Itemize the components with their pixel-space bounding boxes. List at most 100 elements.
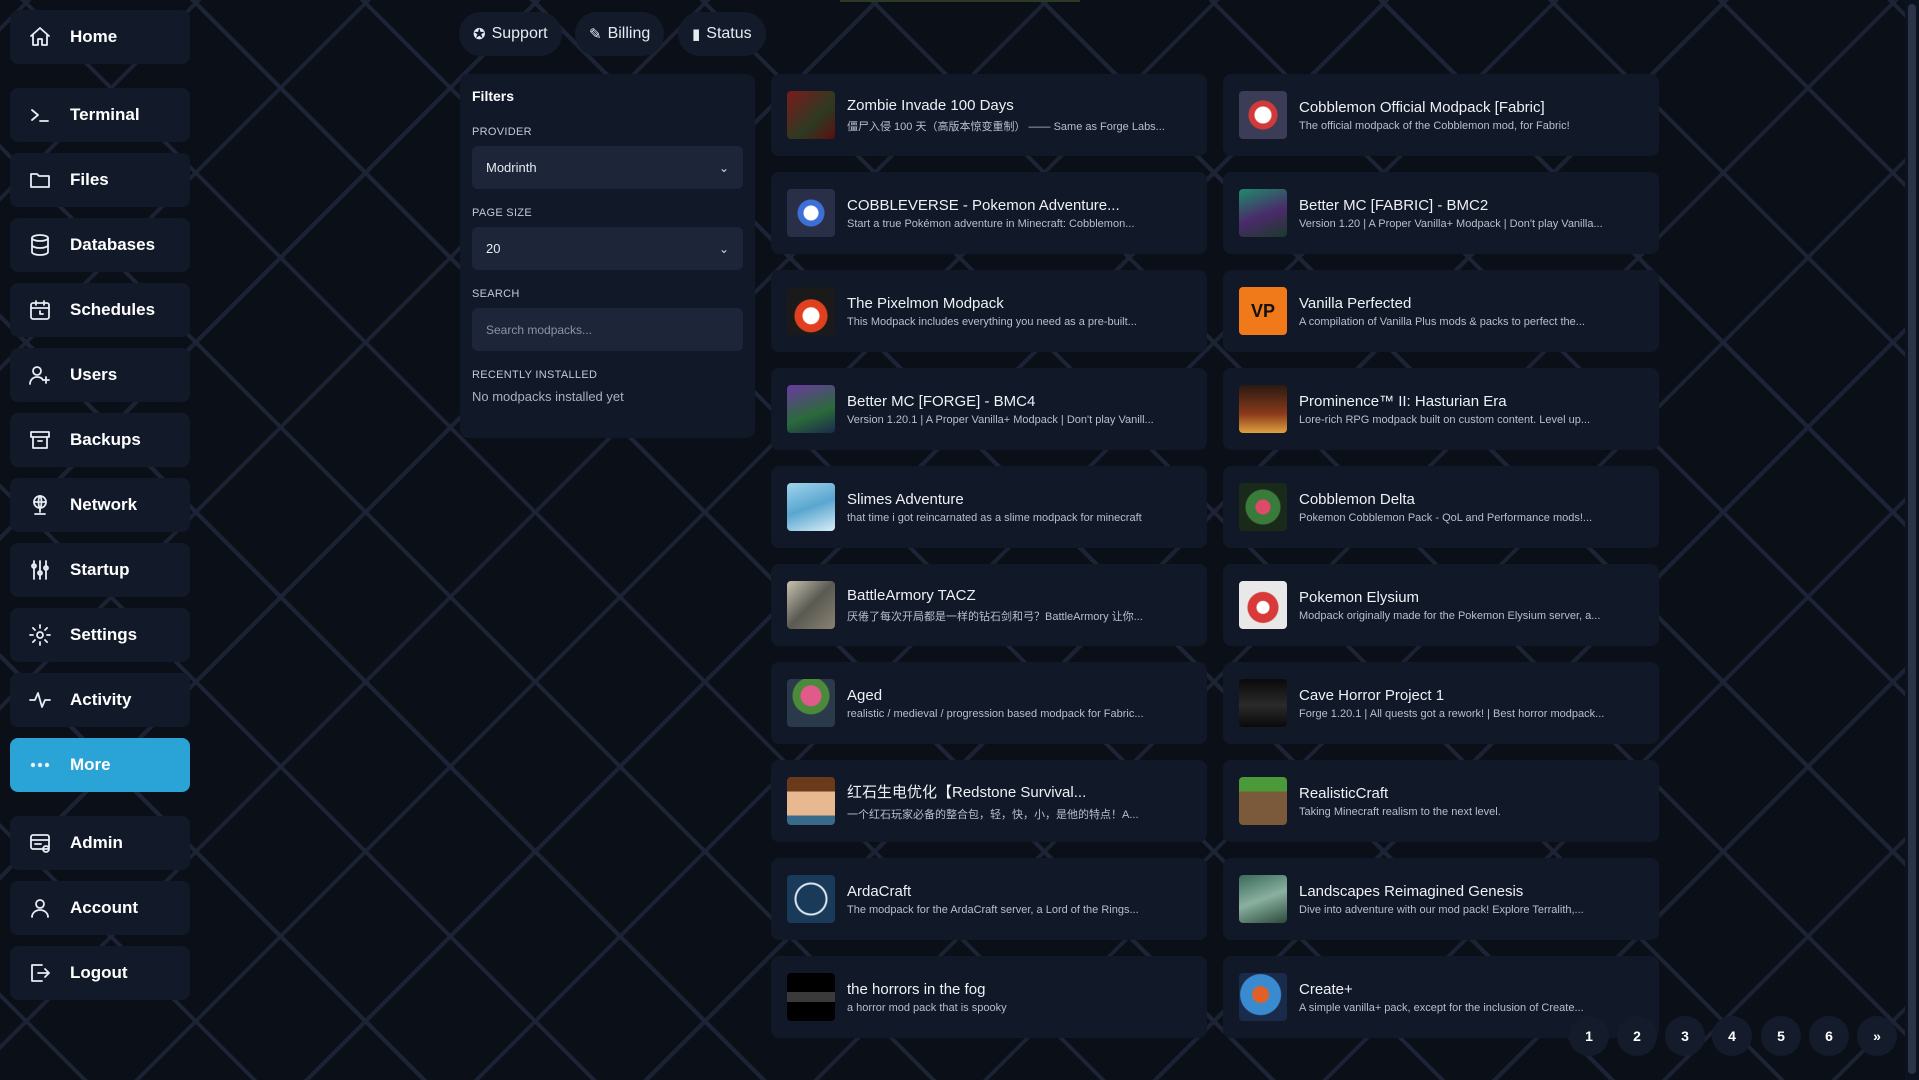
modpack-desc: Version 1.20 | A Proper Vanilla+ Modpack… [1299,217,1603,230]
modpack-thumbnail [787,287,835,335]
modpack-desc: Version 1.20.1 | A Proper Vanilla+ Modpa… [847,413,1154,426]
modpack-title: RealisticCraft [1299,784,1389,802]
modpack-card[interactable]: Better MC [FABRIC] - BMC2 Version 1.20 | … [1223,172,1659,254]
modpack-title: The Pixelmon Modpack [847,294,1004,312]
sidebar-item-backups[interactable]: Backups [10,413,190,467]
modpack-card[interactable]: Slimes Adventure that time i got reincarn… [771,466,1207,548]
modpack-card[interactable]: RealisticCraft Taking Minecraft realism t… [1223,760,1659,842]
modpack-title: Better MC [FABRIC] - BMC2 [1299,196,1489,214]
network-icon [28,493,52,517]
billing-icon: ✎ [589,26,602,43]
modpack-title: Pokemon Elysium [1299,588,1420,606]
modpack-card[interactable]: Pokemon Elysium Modpack originally made f… [1223,564,1659,646]
modpack-desc: The modpack for the ArdaCraft server, a … [847,903,1139,916]
modpack-thumbnail [787,483,835,531]
sidebar-item-label: Databases [70,235,156,254]
gear-icon [28,623,52,647]
database-icon [28,233,52,257]
status-label: Status [706,25,752,42]
status-icon: ▮ [692,26,701,43]
modpack-title: COBBLEVERSE - Pokemon Adventure... [847,196,1120,214]
modpack-title: BattleArmory TACZ [847,586,976,604]
page-button-6[interactable]: 6 [1809,1016,1849,1056]
modpack-title: Create+ [1299,980,1353,998]
next-page-button[interactable]: » [1857,1016,1897,1056]
folder-icon [28,168,52,192]
sidebar-item-terminal[interactable]: Terminal [10,88,190,142]
modpack-desc: The official modpack of the Cobblemon mo… [1299,119,1570,132]
modpack-card[interactable]: ArdaCraft The modpack for the ArdaCraft s… [771,858,1207,940]
sidebar-item-startup[interactable]: Startup [10,543,190,597]
sidebar-item-logout[interactable]: Logout [10,946,190,1000]
modpack-title: Landscapes Reimagined Genesis [1299,882,1524,900]
recent-value: No modpacks installed yet [472,389,624,404]
support-label: Support [491,25,548,42]
support-link[interactable]: ✪ Support [459,12,562,56]
sidebar-item-activity[interactable]: Activity [10,673,190,727]
modpack-card[interactable]: Cave Horror Project 1 Forge 1.20.1 | All … [1223,662,1659,744]
billing-link[interactable]: ✎ Billing [575,12,665,56]
sidebar-item-settings[interactable]: Settings [10,608,190,662]
billing-label: Billing [607,25,651,42]
top-strip [840,0,1080,2]
modpack-desc: Lore-rich RPG modpack built on custom co… [1299,413,1591,426]
modpack-thumbnail [1239,777,1287,825]
modpack-card[interactable]: BattleArmory TACZ 厌倦了每次开局都是一样的钻石剑和弓？Battl… [771,564,1207,646]
modpack-thumbnail [787,973,835,1021]
sidebar-item-label: Startup [70,560,130,579]
page-button-4[interactable]: 4 [1712,1016,1752,1056]
modpack-card[interactable]: Cobblemon Delta Pokemon Cobblemon Pack - … [1223,466,1659,548]
recent-label: RECENTLY INSTALLED [472,369,598,381]
modpack-desc: This Modpack includes everything you nee… [847,315,1137,328]
scrollbar-thumb[interactable] [1908,4,1916,1074]
modpack-title: the horrors in the fog [847,980,986,998]
scrollbar[interactable] [1905,0,1919,1080]
sidebar-item-more[interactable]: More [10,738,190,792]
sidebar-item-label: Settings [70,625,138,644]
sidebar-item-admin[interactable]: Admin [10,816,190,870]
sidebar-item-schedules[interactable]: Schedules [10,283,190,337]
modpack-title: ArdaCraft [847,882,912,900]
sidebar-item-account[interactable]: Account [10,881,190,935]
home-icon [28,25,52,49]
modpack-title: Aged [847,686,883,704]
modpack-card[interactable]: 红石生电优化【Redstone Survival... 一个红石玩家必备的整合包，… [771,760,1207,842]
modpack-card[interactable]: the horrors in the fog a horror mod pack … [771,956,1207,1038]
provider-value: Modrinth [486,160,537,175]
sidebar-item-label: Account [70,898,138,917]
modpack-thumbnail [787,189,835,237]
modpack-card[interactable]: Prominence™ II: Hasturian Era Lore-rich R… [1223,368,1659,450]
search-input[interactable]: Search modpacks... [472,308,743,351]
page-button-3[interactable]: 3 [1665,1016,1705,1056]
provider-select[interactable]: Modrinth ⌄ [472,146,743,189]
modpack-card[interactable]: Zombie Invade 100 Days 僵尸入侵 100 天（高版本惊变重制… [771,74,1207,156]
modpack-card[interactable]: Better MC [FORGE] - BMC4 Version 1.20.1 |… [771,368,1207,450]
modpack-desc: A simple vanilla+ pack, except for the i… [1299,1001,1584,1014]
modpack-desc: A compilation of Vanilla Plus mods & pac… [1299,315,1585,328]
modpack-desc: a horror mod pack that is spooky [847,1001,1007,1014]
sidebar-item-network[interactable]: Network [10,478,190,532]
page-size-select[interactable]: 20 ⌄ [472,227,743,270]
modpack-card[interactable]: Landscapes Reimagined Genesis Dive into a… [1223,858,1659,940]
page-button-5[interactable]: 5 [1761,1016,1801,1056]
modpack-thumbnail [1239,581,1287,629]
sidebar-item-users[interactable]: Users [10,348,190,402]
sidebar-item-home[interactable]: Home [10,10,190,64]
sidebar-item-files[interactable]: Files [10,153,190,207]
modpack-card[interactable]: VP Vanilla Perfected A compilation of Van… [1223,270,1659,352]
logout-icon [28,961,52,985]
status-link[interactable]: ▮ Status [678,12,766,56]
modpack-desc: Modpack originally made for the Pokemon … [1299,609,1601,622]
search-label: SEARCH [472,288,520,300]
modpack-thumbnail [787,385,835,433]
modpack-card[interactable]: Cobblemon Official Modpack [Fabric] The o… [1223,74,1659,156]
sidebar-item-label: Logout [70,963,128,982]
sidebar-item-databases[interactable]: Databases [10,218,190,272]
sidebar-item-label: Activity [70,690,132,709]
page-button-1[interactable]: 1 [1569,1016,1609,1056]
sidebar-item-label: Home [70,27,118,46]
modpack-card[interactable]: Aged realistic / medieval / progression b… [771,662,1207,744]
page-button-2[interactable]: 2 [1617,1016,1657,1056]
modpack-card[interactable]: The Pixelmon Modpack This Modpack include… [771,270,1207,352]
modpack-card[interactable]: COBBLEVERSE - Pokemon Adventure... Start … [771,172,1207,254]
